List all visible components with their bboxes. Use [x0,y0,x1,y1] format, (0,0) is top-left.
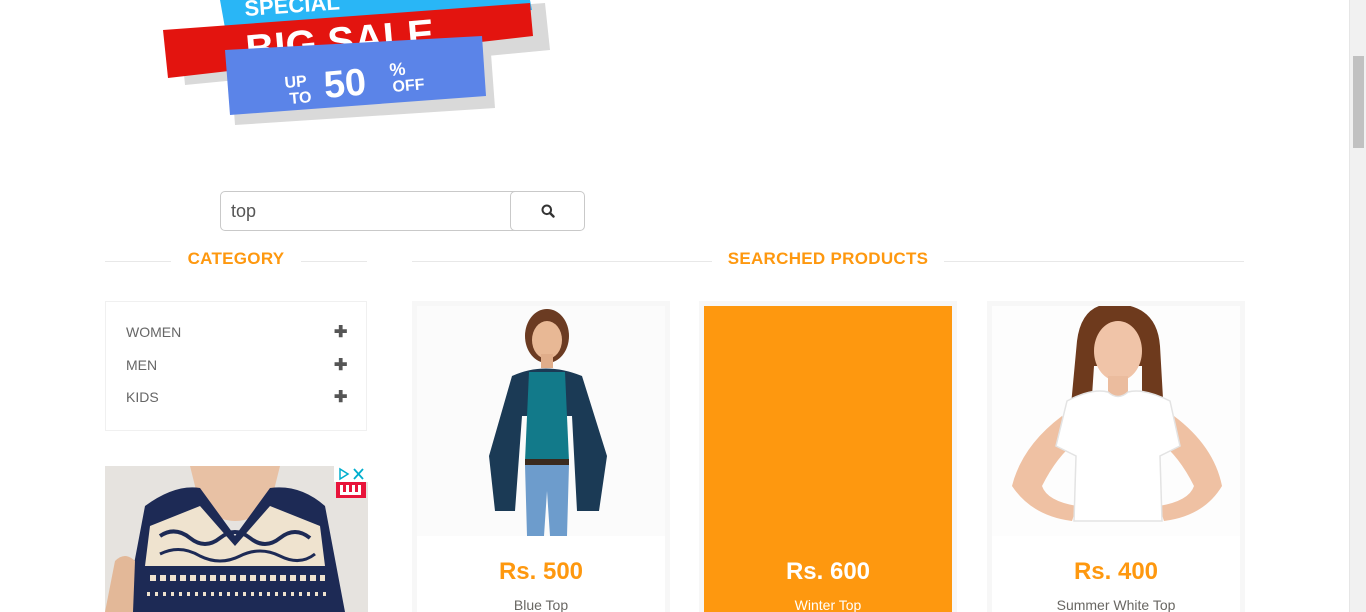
product-name: Summer White Top [1056,597,1176,612]
banner-percent: % [389,59,407,80]
searched-products-title: SEARCHED PRODUCTS [727,249,929,268]
search-bar [220,191,585,231]
product-card[interactable]: Rs. 500 Blue Top [412,301,670,612]
adchoices-icon[interactable] [334,466,368,498]
category-panel: WOMEN ✚ MEN ✚ KIDS ✚ [105,301,367,431]
banner-to-text: TO [289,89,312,108]
blue-top-image [417,306,665,536]
sale-banner[interactable]: SPECIAL BIG SALE UP TO 50 % OFF [150,0,560,130]
category-item-kids[interactable]: KIDS ✚ [126,381,347,414]
advertisement[interactable] [105,466,368,612]
sale-banner-graphic: SPECIAL BIG SALE UP TO 50 % OFF [163,0,550,125]
scrollbar-thumb[interactable] [1353,56,1364,148]
category-item-men[interactable]: MEN ✚ [126,349,347,382]
products-title-line-right [944,261,1244,262]
product-card[interactable]: Rs. 400 Summer White Top [987,301,1245,612]
product-name: Blue Top [513,597,569,612]
product-image[interactable] [992,306,1240,536]
products-title-line-left [412,261,712,262]
category-item-label[interactable]: KIDS [126,389,159,405]
banner-off: OFF [392,76,426,96]
plus-icon[interactable]: ✚ [334,322,347,342]
product-card[interactable]: Rs. 600 Winter Top [699,301,957,612]
page: SPECIAL BIG SALE UP TO 50 % OFF CATEGORY… [0,0,1366,612]
search-button[interactable] [510,191,585,231]
category-item-women[interactable]: WOMEN ✚ [126,316,347,349]
category-item-label[interactable]: WOMEN [126,324,181,340]
banner-discount: 50 [322,61,368,107]
category-item-label[interactable]: MEN [126,357,157,373]
product-name: Winter Top [794,597,862,612]
ad-image [105,466,368,612]
search-input[interactable] [220,191,516,231]
plus-icon[interactable]: ✚ [334,387,347,407]
summer-white-top-image [992,306,1240,536]
category-title-line-left [105,261,171,262]
plus-icon[interactable]: ✚ [334,355,347,375]
product-image[interactable] [417,306,665,536]
search-icon [541,204,555,218]
product-price: Rs. 400 [1073,558,1159,585]
product-price: Rs. 600 [785,558,871,585]
product-price: Rs. 500 [498,558,584,585]
category-title-line-right [301,261,367,262]
vertical-scrollbar[interactable] [1349,0,1366,612]
category-title: CATEGORY [187,249,285,268]
